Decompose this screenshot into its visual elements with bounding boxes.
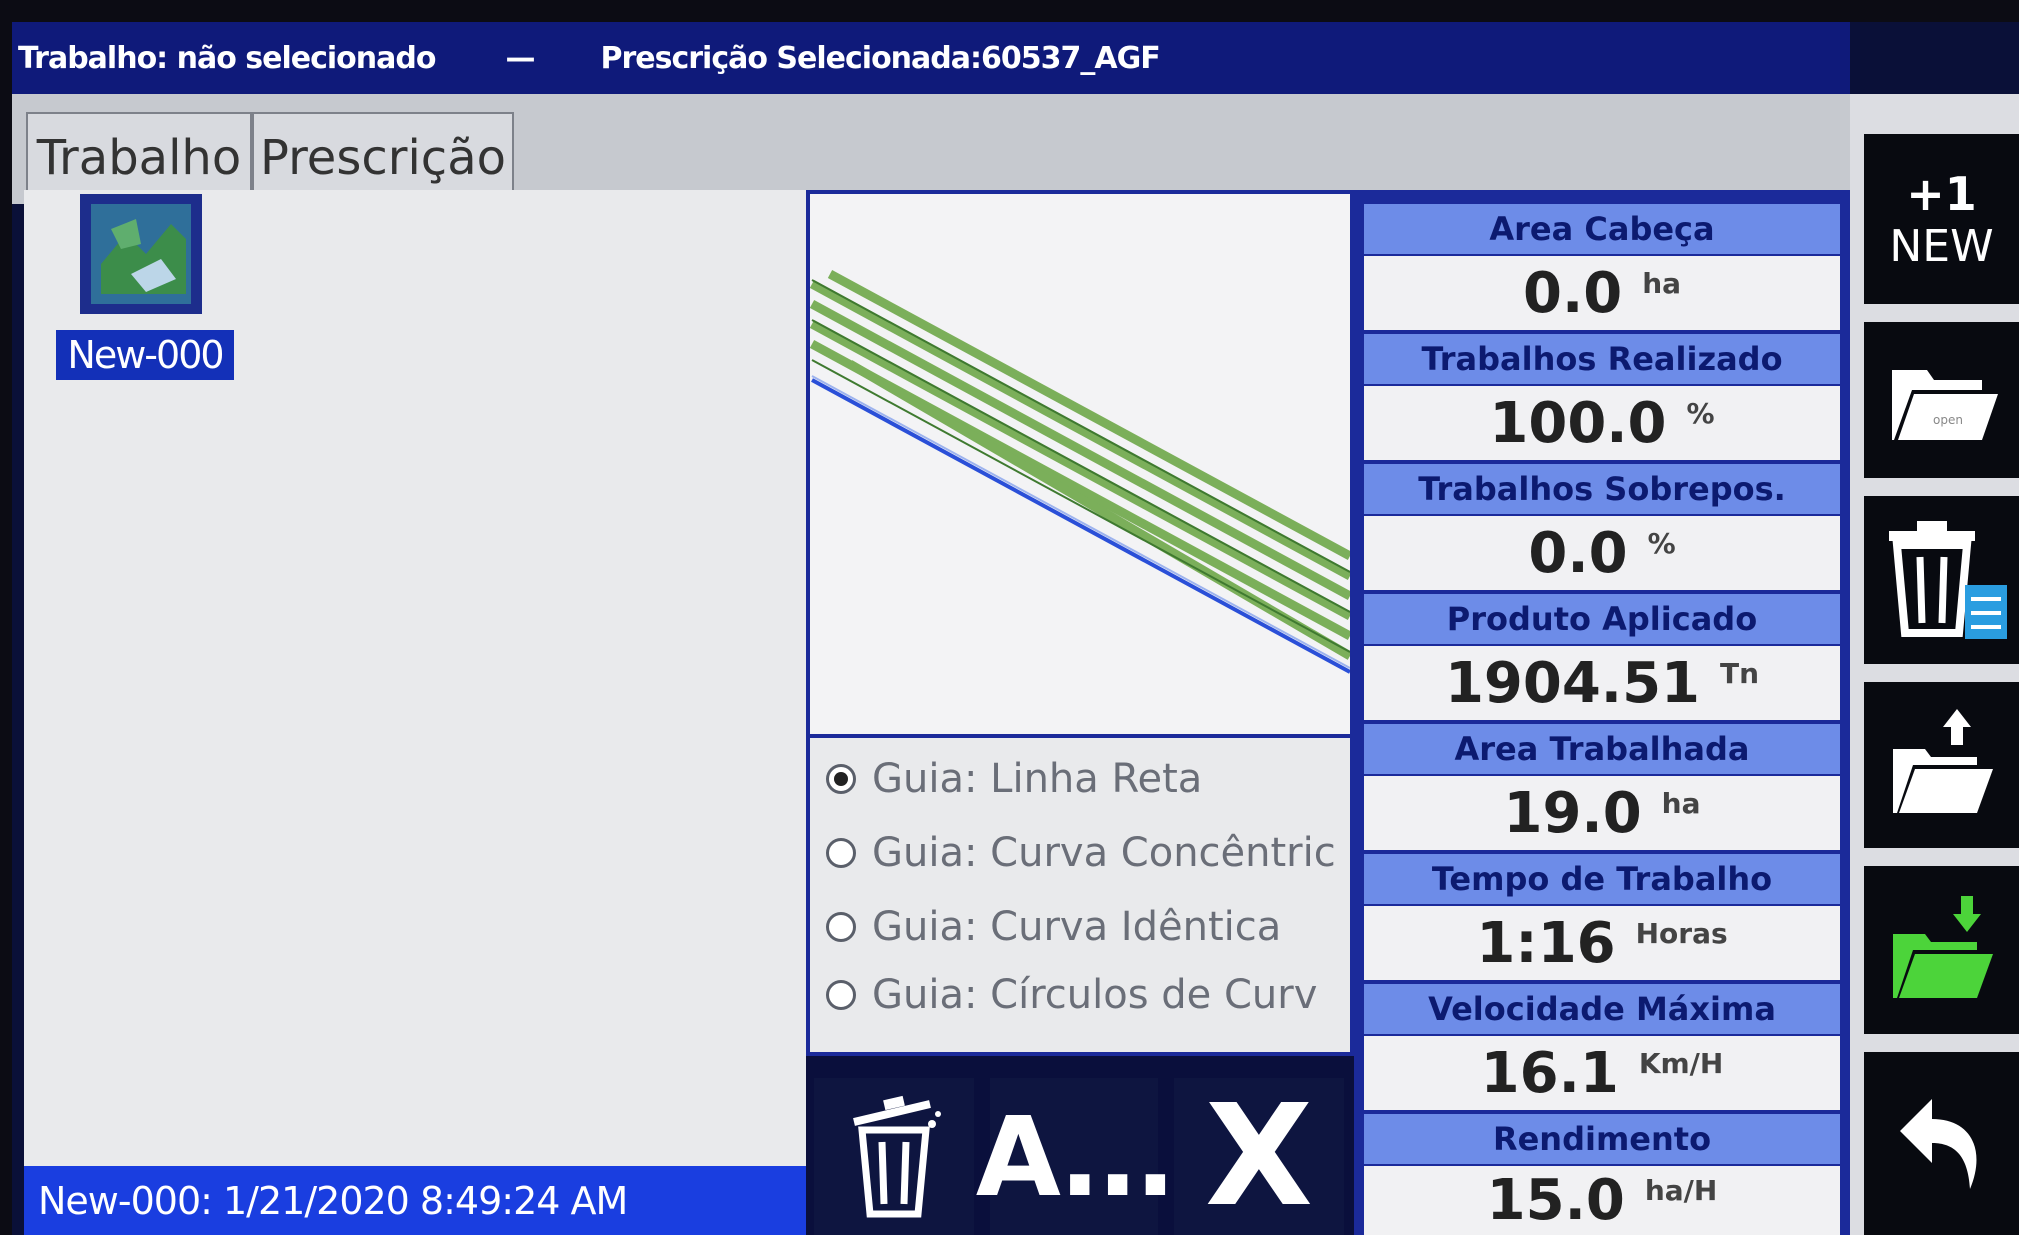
radio-icon[interactable]: [826, 980, 856, 1010]
back-arrow-icon: [1899, 1098, 1976, 1189]
stat-label-rendimento: Rendimento: [1364, 1114, 1840, 1164]
stat-label-trabalhos-sobrepos: Trabalhos Sobrepos.: [1364, 464, 1840, 514]
job-map-icon[interactable]: [80, 194, 202, 314]
stat-number: 15.0: [1486, 1168, 1625, 1233]
radio-selected-icon[interactable]: [826, 764, 856, 794]
tab-bar: Trabalho Prescrição: [12, 94, 1850, 204]
export-folder-icon: [1892, 709, 1993, 813]
stat-value-rendimento: 15.0 ha/H: [1364, 1166, 1840, 1235]
guidance-option-label: Guia: Linha Reta: [872, 756, 1203, 802]
guidance-option-straight[interactable]: Guia: Linha Reta: [826, 756, 1202, 802]
field-map-preview[interactable]: [806, 190, 1354, 738]
title-bar: Trabalho: não selecionado — Prescrição S…: [12, 22, 1850, 94]
stat-number: 19.0: [1503, 780, 1642, 846]
stat-unit: %: [1647, 526, 1676, 560]
stat-value-area-cabeca: 0.0 ha: [1364, 256, 1840, 330]
terminal-screen: Trabalho: não selecionado — Prescrição S…: [12, 22, 2019, 1235]
export-job-button[interactable]: [1864, 682, 2019, 848]
stat-unit: %: [1686, 396, 1715, 430]
stat-value-trabalhos-sobrepos: 0.0 %: [1364, 516, 1840, 590]
stat-number: 1:16: [1476, 910, 1616, 976]
stat-label-tempo-de-trabalho: Tempo de Trabalho: [1364, 854, 1840, 904]
coverage-map: [809, 270, 1353, 674]
stat-value-area-trabalhada: 19.0 ha: [1364, 776, 1840, 850]
stat-unit: Km/H: [1638, 1046, 1724, 1080]
svg-text:open: open: [1933, 413, 1963, 427]
job-status-bar: New-000: 1/21/2020 8:49:24 AM: [24, 1166, 806, 1235]
job-statistics-panel: Area Cabeça 0.0 ha Trabalhos Realizado 1…: [1354, 190, 1850, 1235]
stat-value-tempo-de-trabalho: 1:16 Horas: [1364, 906, 1840, 980]
rename-job-button[interactable]: A...: [976, 1078, 1176, 1235]
tab-trabalho[interactable]: Trabalho: [26, 112, 252, 202]
import-job-button[interactable]: [1864, 866, 2019, 1034]
stat-unit: Horas: [1635, 916, 1728, 950]
delete-file-icon: [1888, 521, 2007, 639]
stat-value-velocidade-maxima: 16.1 Km/H: [1364, 1036, 1840, 1110]
stat-number: 0.0: [1528, 520, 1628, 586]
action-bar: A... X: [806, 1056, 1354, 1235]
stat-unit: ha/H: [1644, 1174, 1718, 1207]
stat-unit: Tn: [1720, 656, 1760, 690]
stat-unit: ha: [1661, 786, 1701, 820]
stat-value-trabalhos-realizado: 100.0 %: [1364, 386, 1840, 460]
stat-label-trabalhos-realizado: Trabalhos Realizado: [1364, 334, 1840, 384]
stat-label-area-trabalhada: Area Trabalhada: [1364, 724, 1840, 774]
title-separator: —: [505, 40, 535, 76]
guidance-option-label: Guia: Curva Idêntica: [872, 904, 1282, 950]
stat-value-produto-aplicado: 1904.51 Tn: [1364, 646, 1840, 720]
import-folder-icon: [1892, 896, 1993, 998]
back-button[interactable]: [1864, 1052, 2019, 1235]
guidance-option-label: Guia: Círculos de Curv: [872, 972, 1318, 1018]
new-badge: +1: [1906, 166, 1977, 221]
prescription-status-text: Prescrição Selecionada:60537_AGF: [600, 40, 1160, 76]
stat-label-produto-aplicado: Produto Aplicado: [1364, 594, 1840, 644]
new-job-button[interactable]: +1 NEW: [1864, 134, 2019, 304]
stat-unit: ha: [1642, 266, 1682, 300]
close-button[interactable]: X: [1174, 1075, 1344, 1235]
stat-number: 100.0: [1489, 390, 1667, 456]
delete-file-button[interactable]: [1864, 496, 2019, 664]
guidance-option-identical[interactable]: Guia: Curva Idêntica: [826, 904, 1281, 950]
guidance-options: Guia: Linha Reta Guia: Curva Concêntric …: [806, 738, 1354, 1056]
trash-icon: [853, 1095, 941, 1217]
tab-prescricao[interactable]: Prescrição: [252, 112, 514, 202]
stat-number: 16.1: [1480, 1040, 1619, 1106]
stat-number: 0.0: [1522, 260, 1623, 326]
radio-icon[interactable]: [826, 912, 856, 942]
job-status-text: Trabalho: não selecionado: [18, 40, 436, 76]
new-label: NEW: [1889, 220, 1994, 272]
open-folder-icon: open: [1891, 370, 1998, 440]
radio-icon[interactable]: [826, 838, 856, 868]
delete-job-button[interactable]: [814, 1078, 974, 1235]
stat-number: 1904.51: [1444, 650, 1700, 716]
stat-label-velocidade-maxima: Velocidade Máxima: [1364, 984, 1840, 1034]
guidance-option-label: Guia: Curva Concêntric: [872, 830, 1336, 876]
right-toolbar: +1 NEW open: [1850, 94, 2019, 1235]
job-list-item[interactable]: New-000: [56, 330, 234, 380]
guidance-option-concentric[interactable]: Guia: Curva Concêntric: [826, 830, 1336, 876]
guidance-option-circles[interactable]: Guia: Círculos de Curv: [826, 972, 1317, 1018]
stat-label-area-cabeca: Area Cabeça: [1364, 204, 1840, 254]
open-job-button[interactable]: open: [1864, 322, 2019, 478]
